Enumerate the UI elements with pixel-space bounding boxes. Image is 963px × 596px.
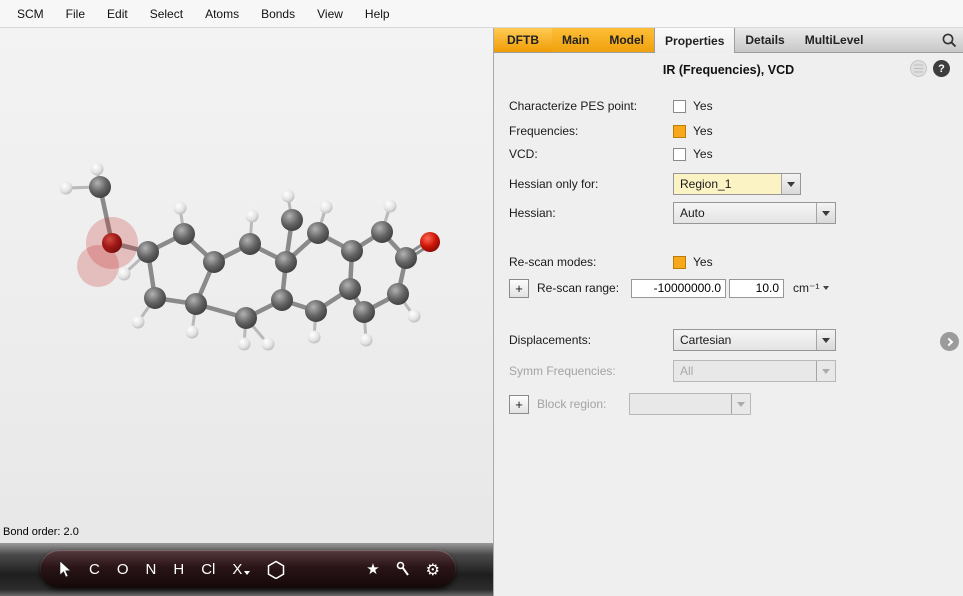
element-x-dropdown-arrow-icon: [244, 571, 250, 575]
checkbox-label: Yes: [693, 124, 713, 138]
element-button-x[interactable]: X: [232, 561, 250, 578]
field-label: Re-scan range:: [537, 281, 625, 295]
menu-item-view[interactable]: View: [306, 7, 354, 21]
field-label: Frequencies:: [509, 124, 673, 138]
ring-tool-icon[interactable]: [267, 560, 285, 579]
symm-frequencies-dropdown: All: [673, 360, 836, 382]
chevron-down-icon: [823, 286, 829, 290]
tab-properties[interactable]: Properties: [654, 28, 735, 53]
element-button-cl[interactable]: Cl: [201, 561, 215, 578]
cursor-tool-icon[interactable]: [59, 561, 72, 578]
element-button-c[interactable]: C: [89, 561, 100, 578]
page-title: IR (Frequencies), VCD: [494, 63, 963, 77]
next-panel-arrow[interactable]: [940, 332, 959, 351]
hessian-only-for-combobox[interactable]: Region_1: [673, 173, 801, 195]
element-toolbar: C O N H Cl X ★ ⚙: [40, 550, 456, 588]
dropdown-value: [630, 394, 731, 414]
field-rescan-modes: Re-scan modes: Yes: [494, 251, 963, 273]
add-rescan-range-button[interactable]: +: [509, 279, 529, 298]
menu-item-file[interactable]: File: [55, 7, 96, 21]
menu-item-help[interactable]: Help: [354, 7, 401, 21]
menu-bar: SCM File Edit Select Atoms Bonds View He…: [0, 0, 963, 28]
unit-label: cm⁻¹: [793, 281, 819, 295]
field-label: Symm Frequencies:: [509, 364, 673, 378]
field-vcd: VCD: Yes: [494, 143, 963, 165]
element-button-o[interactable]: O: [117, 561, 129, 578]
chevron-down-icon[interactable]: [781, 174, 800, 194]
element-button-h[interactable]: H: [173, 561, 184, 578]
dropdown-value: All: [674, 361, 816, 381]
field-symm-frequencies: Symm Frequencies: All: [494, 358, 963, 384]
viewer-bottom-strip: C O N H Cl X ★ ⚙: [0, 543, 493, 596]
menu-item-bonds[interactable]: Bonds: [250, 7, 306, 21]
rescan-range-min-input[interactable]: [631, 279, 726, 298]
hessian-dropdown[interactable]: Auto: [673, 202, 836, 224]
displacements-dropdown[interactable]: Cartesian: [673, 329, 836, 351]
favorites-star-icon[interactable]: ★: [366, 560, 379, 578]
field-label: Characterize PES point:: [509, 99, 673, 113]
field-label: Re-scan modes:: [509, 255, 673, 269]
pick-tool-icon[interactable]: [396, 561, 410, 577]
molecule-viewport[interactable]: Bond order: 2.0 C O N H Cl X ★ ⚙: [0, 28, 493, 596]
block-region-dropdown: [629, 393, 751, 415]
field-label: Hessian:: [509, 206, 673, 220]
unit-selector[interactable]: cm⁻¹: [793, 281, 829, 295]
status-bond-order: Bond order: 2.0: [3, 526, 79, 538]
menu-item-select[interactable]: Select: [139, 7, 194, 21]
molecule-canvas[interactable]: [0, 28, 493, 543]
tab-multilevel[interactable]: MultiLevel: [795, 28, 874, 52]
menu-item-atoms[interactable]: Atoms: [194, 7, 250, 21]
panel-content: IR (Frequencies), VCD ? Characterize PES…: [494, 53, 963, 417]
chevron-down-icon: [731, 394, 750, 414]
field-rescan-range: + Re-scan range: cm⁻¹: [494, 275, 963, 301]
tab-details[interactable]: Details: [735, 28, 794, 52]
rescan-range-max-input[interactable]: [729, 279, 784, 298]
checkbox-label: Yes: [693, 147, 713, 161]
chevron-down-icon: [816, 361, 835, 381]
field-block-region: + Block region:: [494, 391, 963, 417]
chevron-down-icon[interactable]: [816, 330, 835, 350]
chevron-right-icon: [944, 337, 952, 345]
tab-package-dftb[interactable]: DFTB: [494, 28, 552, 52]
dropdown-value: Auto: [674, 203, 816, 223]
vcd-checkbox[interactable]: [673, 148, 686, 161]
tab-main[interactable]: Main: [552, 28, 599, 52]
field-characterize-pes: Characterize PES point: Yes: [494, 95, 963, 117]
field-hessian: Hessian: Auto: [494, 200, 963, 226]
input-panel: DFTB Main Model Properties Details Multi…: [493, 28, 963, 596]
menu-item-scm[interactable]: SCM: [6, 7, 55, 21]
combobox-value: Region_1: [674, 174, 781, 194]
help-icon[interactable]: ?: [933, 60, 950, 77]
checkbox-label: Yes: [693, 99, 713, 113]
field-label: VCD:: [509, 147, 673, 161]
settings-gear-icon[interactable]: ⚙: [426, 560, 440, 579]
field-label: Displacements:: [509, 333, 673, 347]
field-label: Block region:: [537, 397, 623, 411]
field-frequencies: Frequencies: Yes: [494, 120, 963, 142]
characterize-pes-checkbox[interactable]: [673, 100, 686, 113]
add-block-region-button[interactable]: +: [509, 395, 529, 414]
element-button-n[interactable]: N: [146, 561, 157, 578]
tab-bar: DFTB Main Model Properties Details Multi…: [494, 28, 963, 53]
search-icon[interactable]: [941, 32, 958, 54]
dropdown-value: Cartesian: [674, 330, 816, 350]
field-label: Hessian only for:: [509, 177, 673, 191]
field-hessian-only-for: Hessian only for: Region_1: [494, 171, 963, 197]
field-displacements: Displacements: Cartesian: [494, 327, 963, 353]
frequencies-checkbox[interactable]: [673, 125, 686, 138]
checkbox-label: Yes: [693, 255, 713, 269]
panel-menu-icon[interactable]: [910, 60, 927, 77]
rescan-modes-checkbox[interactable]: [673, 256, 686, 269]
chevron-down-icon[interactable]: [816, 203, 835, 223]
tab-model[interactable]: Model: [599, 28, 654, 52]
menu-item-edit[interactable]: Edit: [96, 7, 139, 21]
